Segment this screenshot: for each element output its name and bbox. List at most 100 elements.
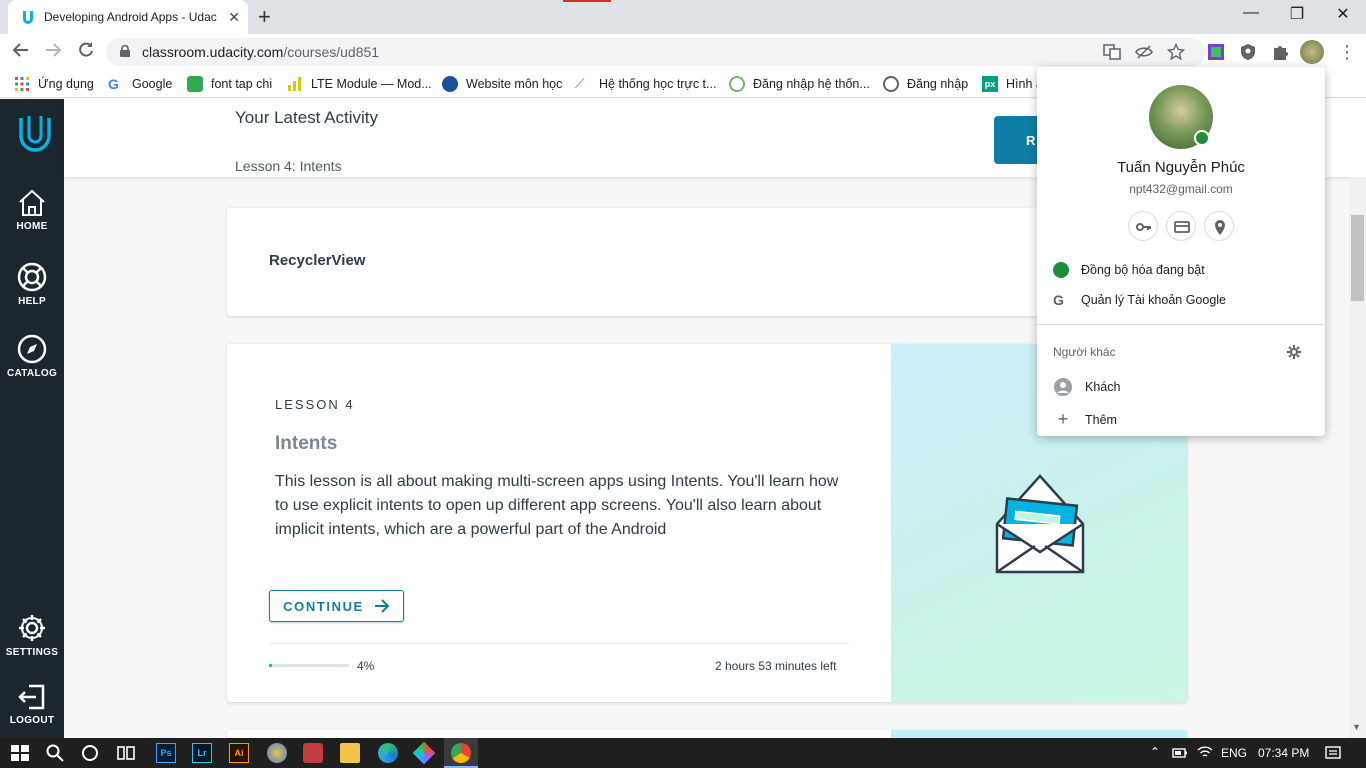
new-tab-button[interactable]: +	[258, 5, 271, 29]
forward-button[interactable]	[44, 41, 62, 64]
guest-label: Khách	[1085, 380, 1121, 394]
gear-icon	[19, 615, 45, 641]
minimize-button[interactable]: —	[1228, 4, 1274, 22]
google-g-icon: G	[1053, 292, 1064, 308]
back-button[interactable]	[12, 41, 30, 64]
url-text[interactable]: classroom.udacity.com/courses/ud851	[142, 44, 379, 60]
manage-account-label: Quản lý Tài khoản Google	[1081, 293, 1227, 307]
add-profile-row[interactable]: + Thêm	[1053, 409, 1117, 430]
close-tab-icon[interactable]: ✕	[228, 9, 240, 26]
bookmark-he-thong-hoc[interactable]: ⟋ Hệ thống học trực t...	[575, 76, 716, 92]
bookmark-dang-nhap[interactable]: Đăng nhập	[883, 76, 968, 92]
latest-activity-lesson[interactable]: Lesson 4: Intents	[235, 158, 342, 174]
tray-expand-icon[interactable]: ⌃	[1150, 745, 1160, 759]
bookmark-lte-module[interactable]: LTE Module — Mod...	[287, 76, 432, 92]
eye-off-icon[interactable]	[1135, 43, 1153, 61]
davinci-icon[interactable]	[267, 743, 287, 763]
globe-icon	[883, 76, 899, 92]
bookmark-label: Đăng nhập hệ thốn...	[753, 77, 870, 91]
payment-methods-button[interactable]	[1166, 211, 1196, 241]
reload-button[interactable]	[77, 41, 95, 64]
url-host: classroom.udacity.com	[142, 44, 284, 60]
clock[interactable]: 07:34 PM	[1258, 746, 1309, 760]
sidebar-item-home[interactable]: HOME	[0, 188, 64, 232]
bookmark-label: Đăng nhập	[907, 77, 969, 91]
credit-card-icon	[1174, 221, 1190, 233]
menu-icon[interactable]: ⋮	[1338, 42, 1356, 63]
shield-icon[interactable]	[1239, 43, 1257, 61]
bookmark-font-tap-chi[interactable]: font tap chi	[187, 76, 272, 92]
bookmark-label: Website môn học	[466, 77, 563, 91]
guest-profile-row[interactable]: Khách	[1053, 377, 1120, 397]
lesson-description: This lesson is all about making multi-sc…	[275, 473, 839, 538]
search-icon[interactable]	[45, 743, 65, 763]
profile-avatar-button[interactable]	[1300, 40, 1324, 64]
sidebar-item-catalog[interactable]: CATALOG	[0, 333, 64, 379]
sidebar-item-label: CATALOG	[6, 368, 58, 379]
arrow-right-icon	[374, 599, 390, 613]
home-icon	[19, 189, 45, 216]
edge-icon[interactable]	[378, 743, 398, 763]
manage-people-gear-icon[interactable]	[1286, 344, 1302, 360]
cortana-icon[interactable]	[80, 743, 100, 763]
translate-icon[interactable]	[1103, 43, 1121, 61]
globe-icon	[442, 76, 458, 92]
progress-percent: 4%	[357, 659, 375, 673]
bookmark-label: LTE Module — Mod...	[311, 77, 432, 91]
time-left: 2 hours 53 minutes left	[715, 659, 837, 673]
illustrator-icon[interactable]: Ai	[229, 743, 249, 763]
extensions-puzzle-icon[interactable]	[1271, 43, 1289, 61]
extension-image-icon[interactable]	[1207, 43, 1225, 61]
bookmark-apps[interactable]: Ứng dụng	[14, 76, 94, 92]
sidebar-item-label: SETTINGS	[5, 647, 59, 658]
wifi-icon[interactable]	[1197, 745, 1213, 759]
browser-tab[interactable]: Developing Android Apps - Udac ✕	[8, 0, 248, 34]
chrome-taskbar-button[interactable]	[444, 738, 478, 768]
media-app-icon[interactable]	[303, 743, 323, 763]
bookmark-google[interactable]: G Google	[108, 76, 172, 92]
udacity-favicon-icon	[23, 11, 33, 24]
bookmark-hinh[interactable]: px Hình a	[982, 76, 1043, 92]
photoshop-icon[interactable]: Ps	[156, 743, 176, 763]
bookmark-label: font tap chi	[211, 77, 273, 91]
resume-label: R	[1026, 133, 1036, 148]
sidebar-item-help[interactable]: HELP	[0, 261, 64, 307]
plus-icon: +	[1057, 409, 1069, 429]
manage-google-account-row[interactable]: G Quản lý Tài khoản Google	[1053, 292, 1226, 308]
compass-icon	[17, 334, 47, 364]
chrome-icon	[451, 743, 471, 763]
sidebar-item-label: HELP	[18, 296, 46, 307]
bookmark-website-mon-hoc[interactable]: Website môn học	[442, 76, 562, 92]
sync-status-row[interactable]: Đồng bộ hóa đang bật	[1053, 262, 1205, 278]
restore-button[interactable]: ❐	[1274, 4, 1320, 24]
close-window-button[interactable]: ✕	[1320, 4, 1366, 24]
profile-separator	[1037, 324, 1325, 325]
windows-start-icon[interactable]	[10, 743, 30, 763]
leaf-icon	[729, 76, 745, 92]
sync-badge-icon	[1194, 130, 1210, 146]
key-icon	[1136, 223, 1151, 231]
bookmark-star-icon[interactable]	[1167, 43, 1185, 61]
addresses-button[interactable]	[1204, 211, 1234, 241]
input-language[interactable]: ENG	[1221, 746, 1247, 760]
bookmark-dang-nhap-he-thong[interactable]: Đăng nhập hệ thốn...	[729, 76, 870, 92]
url-path: /courses/ud851	[283, 44, 380, 60]
file-explorer-icon[interactable]	[340, 743, 360, 763]
passwords-button[interactable]	[1128, 211, 1158, 241]
notifications-icon[interactable]	[1325, 745, 1341, 761]
card-divider	[269, 643, 849, 644]
task-view-icon[interactable]	[116, 743, 136, 763]
scroll-down-icon[interactable]: ▼	[1352, 722, 1361, 732]
continue-button[interactable]: CONTINUE	[269, 590, 404, 622]
battery-icon[interactable]	[1172, 747, 1188, 759]
scrollbar-thumb[interactable]	[1351, 215, 1364, 301]
location-pin-icon	[1215, 220, 1225, 235]
apps-grid-icon	[15, 77, 29, 91]
sidebar-item-logout[interactable]: LOGOUT	[0, 682, 64, 726]
green-c-icon	[187, 76, 203, 92]
sidebar-item-settings[interactable]: SETTINGS	[0, 612, 64, 658]
back-arrow-icon	[12, 43, 28, 57]
sync-status-label: Đồng bộ hóa đang bật	[1081, 263, 1205, 277]
udacity-logo-icon[interactable]	[18, 114, 52, 152]
lightroom-icon[interactable]: Lr	[192, 743, 212, 763]
